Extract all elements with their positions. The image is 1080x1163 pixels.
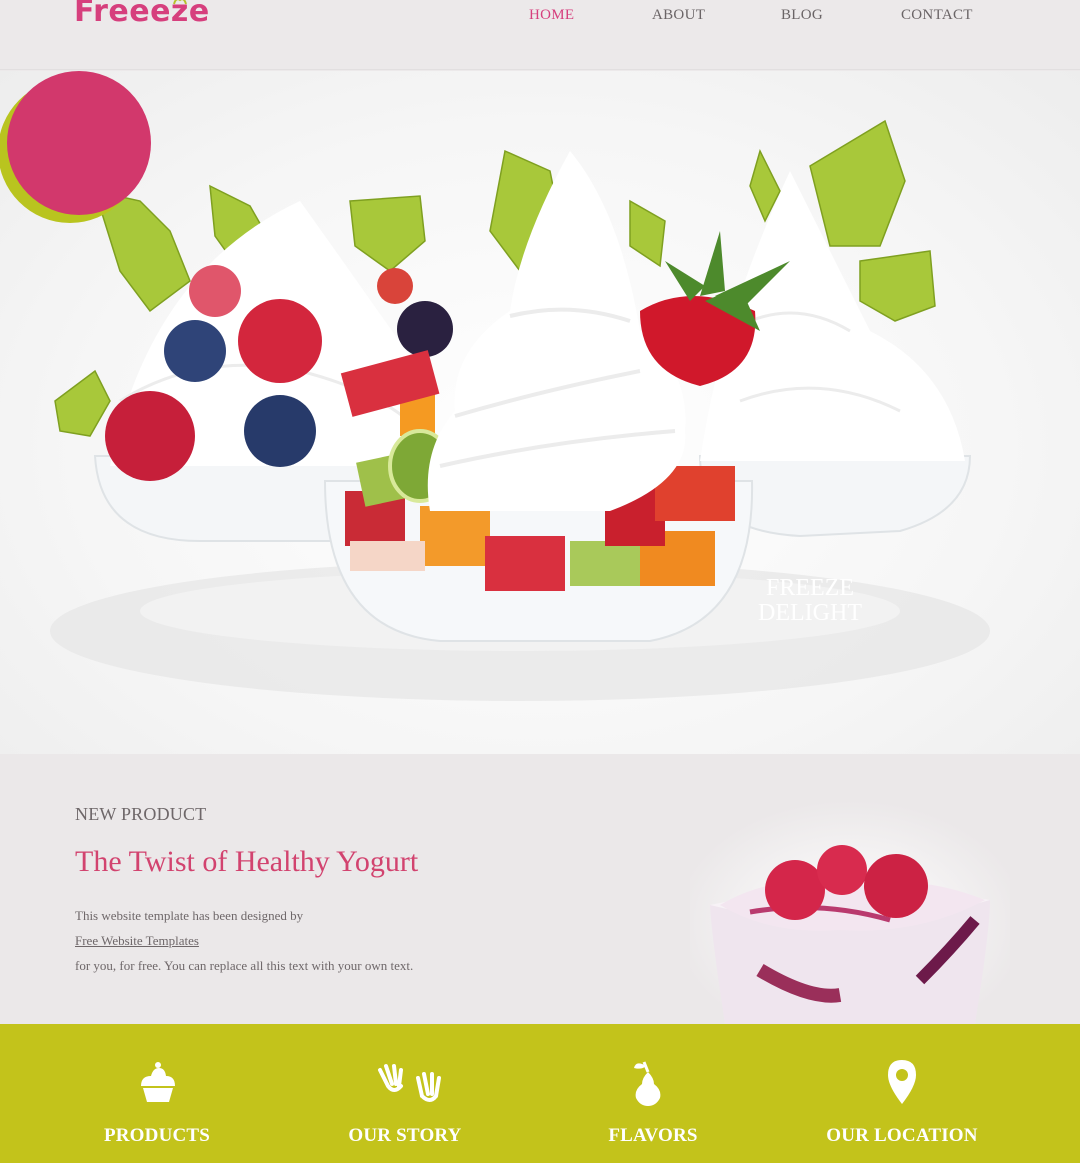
nav-blog[interactable]: BLOG — [781, 7, 823, 24]
badge-line-1: FREEZE — [766, 575, 854, 601]
logo-leaf-icon — [173, 0, 187, 5]
nav-contact[interactable]: CONTACT — [901, 7, 973, 24]
product-text-line-1: This website template has been designed … — [75, 908, 304, 923]
product-text-line-2: for you, for free. You can replace all t… — [75, 958, 414, 973]
site-header: Freeeze HOME ABOUT BLOG CONTACT — [0, 0, 1080, 70]
feature-products[interactable]: PRODUCTS — [57, 1125, 257, 1147]
frozen-yogurt-cup-image — [690, 800, 1010, 1024]
feature-flavors[interactable]: FLAVORS — [553, 1125, 753, 1147]
hands-icon[interactable] — [374, 1058, 446, 1108]
feature-our-location[interactable]: OUR LOCATION — [802, 1125, 1002, 1147]
badge-line-2: DELIGHT — [758, 600, 862, 626]
free-website-templates-link[interactable]: Free Website Templates — [75, 933, 199, 949]
cupcake-icon[interactable] — [135, 1058, 181, 1108]
product-headline: The Twist of Healthy Yogurt — [75, 845, 419, 878]
feature-our-story[interactable]: OUR STORY — [305, 1125, 505, 1147]
map-pin-icon[interactable] — [884, 1058, 920, 1108]
section-kicker: NEW PRODUCT — [75, 804, 207, 824]
hero-banner — [0, 71, 1080, 754]
nav-home[interactable]: HOME — [529, 7, 574, 24]
hero-yogurt-image — [50, 119, 990, 701]
freeze-delight-badge — [0, 71, 151, 223]
pear-icon[interactable] — [628, 1058, 668, 1108]
site-logo[interactable]: Freeeze — [74, 0, 210, 29]
badge-label: FREEZE DELIGHT — [742, 576, 878, 626]
nav-about[interactable]: ABOUT — [652, 7, 705, 24]
